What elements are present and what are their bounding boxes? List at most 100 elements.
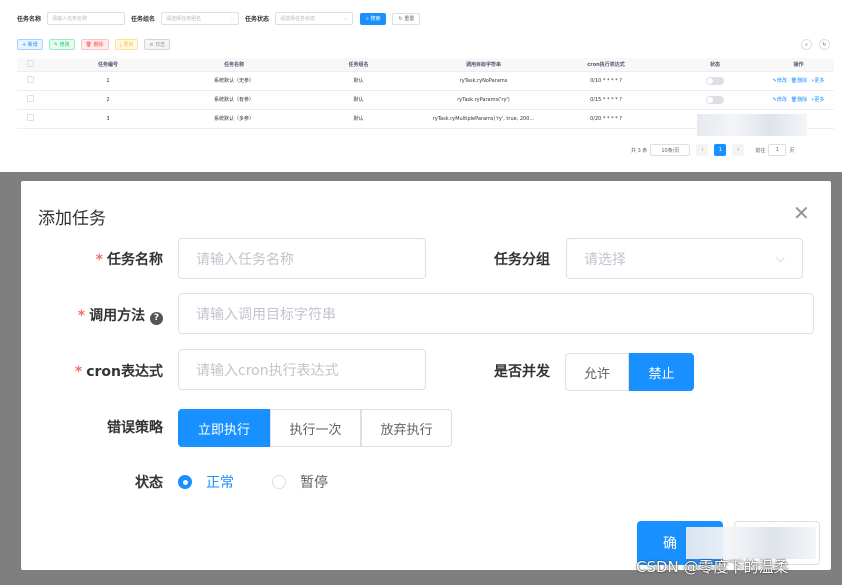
column-header: 操作 bbox=[763, 58, 834, 72]
table-row: 2 系统默认（有参） 默认 ryTask.ryParams('ry') 0/15… bbox=[17, 90, 834, 110]
job-name-label: * 任务名称 bbox=[95, 252, 163, 268]
right-toolbar: ⌕ ↻ bbox=[801, 39, 830, 50]
add-button[interactable]: + 新增 bbox=[17, 39, 43, 50]
row-checkbox[interactable] bbox=[17, 71, 43, 91]
radio-checked-icon bbox=[178, 475, 192, 489]
row-delete-link[interactable]: 🗑删除 bbox=[791, 78, 807, 84]
search-name-label: 任务名称 bbox=[17, 16, 42, 23]
misfire-abandon-button[interactable]: 放弃执行 bbox=[361, 409, 452, 447]
status-normal-radio[interactable]: 正常 bbox=[178, 472, 234, 492]
cell-actions: ✎修改 🗑删除 »更多 bbox=[763, 90, 834, 110]
watermark: CSDN @零度下的温柔 bbox=[636, 558, 789, 576]
job-group-label: 任务分组 bbox=[494, 252, 550, 268]
export-button[interactable]: ⤓ 导出 bbox=[114, 39, 139, 50]
job-group-select[interactable]: 请选择 ⌵ bbox=[566, 238, 803, 279]
cell-actions: ✎修改 🗑删除 »更多 bbox=[763, 71, 834, 91]
job-name-input[interactable]: 请输入任务名称 bbox=[178, 238, 426, 279]
table-row: 1 系统默认（无参） 默认 ryTask.ryNoParams 0/10 * *… bbox=[17, 71, 834, 91]
search-group-label: 任务组名 bbox=[131, 16, 156, 23]
cell-id: 2 bbox=[43, 90, 173, 110]
row-edit-link[interactable]: ✎修改 bbox=[773, 78, 787, 84]
status-paused-radio[interactable]: 暂停 bbox=[272, 472, 328, 492]
cell-target: ryTask.ryParams('ry') bbox=[422, 90, 545, 110]
column-header: 任务编号 bbox=[43, 58, 173, 72]
cell-cron: 0/20 * * * * ? bbox=[545, 109, 667, 129]
edit-button[interactable]: ✎ 修改 bbox=[48, 39, 75, 50]
cell-id: 3 bbox=[43, 109, 173, 129]
status-switch[interactable] bbox=[667, 71, 763, 91]
column-header: 任务名称 bbox=[173, 58, 295, 72]
table-header: 任务编号 任务名称 任务组名 调用目标字符串 cron执行表达式 状态 操作 bbox=[17, 58, 834, 72]
cell-group: 默认 bbox=[295, 71, 422, 91]
cell-target: ryTask.ryMultipleParams('ry', true, 200.… bbox=[422, 109, 545, 129]
next-page-button[interactable]: › bbox=[732, 144, 745, 156]
cron-label: * cron表达式 bbox=[74, 364, 163, 380]
cell-name: 系统默认（有参） bbox=[173, 90, 295, 110]
search-toggle-icon[interactable]: ⌕ bbox=[801, 39, 812, 50]
dialog-title: 添加任务 bbox=[38, 209, 106, 229]
column-header: 状态 bbox=[667, 58, 763, 72]
row-checkbox[interactable] bbox=[17, 109, 43, 129]
goto-label: 前往 bbox=[755, 147, 766, 154]
trash-icon: 🗑 bbox=[85, 41, 94, 48]
concurrent-label: 是否并发 bbox=[494, 364, 550, 380]
concurrent-deny-button[interactable]: 禁止 bbox=[629, 353, 694, 391]
misfire-once-button[interactable]: 执行一次 bbox=[270, 409, 361, 447]
misfire-immediate-button[interactable]: 立即执行 bbox=[178, 409, 270, 447]
goto-page-input[interactable]: 1 bbox=[768, 144, 787, 156]
column-header: 任务组名 bbox=[295, 58, 422, 72]
cell-name: 系统默认（无参） bbox=[173, 71, 295, 91]
cell-id: 1 bbox=[43, 71, 173, 91]
misfire-radio-group: 立即执行 执行一次 放弃执行 bbox=[178, 409, 452, 447]
cell-group: 默认 bbox=[295, 109, 422, 129]
concurrent-allow-button[interactable]: 允许 bbox=[565, 353, 629, 391]
blurred-region bbox=[697, 114, 807, 136]
cell-cron: 0/15 * * * * ? bbox=[545, 90, 667, 110]
question-circle-icon[interactable]: ? bbox=[150, 312, 163, 325]
pagination-total: 共 3 条 bbox=[631, 147, 648, 154]
search-group-select[interactable]: 请选择任务组名 ⌵ bbox=[161, 12, 240, 25]
search-status-select[interactable]: 请选择任务状态 ⌵ bbox=[275, 12, 354, 25]
row-delete-link[interactable]: 🗑删除 bbox=[791, 97, 807, 103]
prev-page-button[interactable]: ‹ bbox=[696, 144, 709, 156]
row-more-link[interactable]: »更多 bbox=[811, 78, 824, 84]
radio-unchecked-icon bbox=[272, 475, 286, 489]
misfire-label: 错误策略 bbox=[107, 420, 163, 436]
cell-cron: 0/10 * * * * ? bbox=[545, 71, 667, 91]
column-header: cron执行表达式 bbox=[545, 58, 667, 72]
chevron-left-icon: ‹ bbox=[701, 147, 704, 153]
page-number-button[interactable]: 1 bbox=[714, 144, 727, 156]
search-name-input[interactable]: 请输入任务名称 bbox=[47, 12, 126, 25]
concurrent-radio-group: 允许 禁止 bbox=[565, 353, 694, 391]
log-button[interactable]: ≡ 日志 bbox=[144, 39, 171, 50]
chevron-right-icon: › bbox=[737, 147, 740, 153]
reset-button[interactable]: ↻ 重置 bbox=[392, 12, 421, 25]
pagination: 共 3 条 10条/页 ‹ 1 › 前往 1 页 bbox=[631, 144, 794, 156]
status-switch[interactable] bbox=[667, 90, 763, 110]
blurred-region bbox=[686, 527, 816, 559]
cron-input[interactable]: 请输入cron执行表达式 bbox=[178, 349, 426, 390]
search-button[interactable]: ⌕ 搜索 bbox=[360, 12, 387, 25]
row-checkbox[interactable] bbox=[17, 90, 43, 110]
chevron-down-icon: ⌵ bbox=[230, 15, 235, 22]
cell-name: 系统默认（多参） bbox=[173, 109, 295, 129]
invoke-target-label: * 调用方法 ? bbox=[40, 305, 163, 325]
chevron-down-icon: ⌵ bbox=[344, 15, 349, 22]
cell-group: 默认 bbox=[295, 90, 422, 110]
page-size-select[interactable]: 10条/页 bbox=[650, 144, 691, 156]
close-icon[interactable]: ✕ bbox=[793, 201, 810, 225]
page-unit: 页 bbox=[789, 147, 795, 154]
search-status-label: 任务状态 bbox=[245, 16, 270, 23]
cell-target: ryTask.ryNoParams bbox=[422, 71, 545, 91]
search-form: 任务名称 请输入任务名称 任务组名 请选择任务组名 ⌵ 任务状态 请选择任务状态 ⌵… bbox=[17, 12, 421, 25]
select-all-checkbox[interactable] bbox=[17, 58, 43, 72]
row-more-link[interactable]: »更多 bbox=[811, 97, 824, 103]
column-header: 调用目标字符串 bbox=[422, 58, 545, 72]
invoke-target-input[interactable]: 请输入调用目标字符串 bbox=[178, 293, 814, 334]
delete-button[interactable]: 🗑 删除 bbox=[80, 39, 109, 50]
row-edit-link[interactable]: ✎修改 bbox=[773, 97, 787, 103]
refresh-icon[interactable]: ↻ bbox=[819, 39, 830, 50]
toolbar: + 新增 ✎ 修改 🗑 删除 ⤓ 导出 ≡ 日志 bbox=[17, 39, 176, 50]
status-label: 状态 bbox=[135, 475, 163, 491]
chevron-down-icon: ⌵ bbox=[775, 251, 785, 265]
